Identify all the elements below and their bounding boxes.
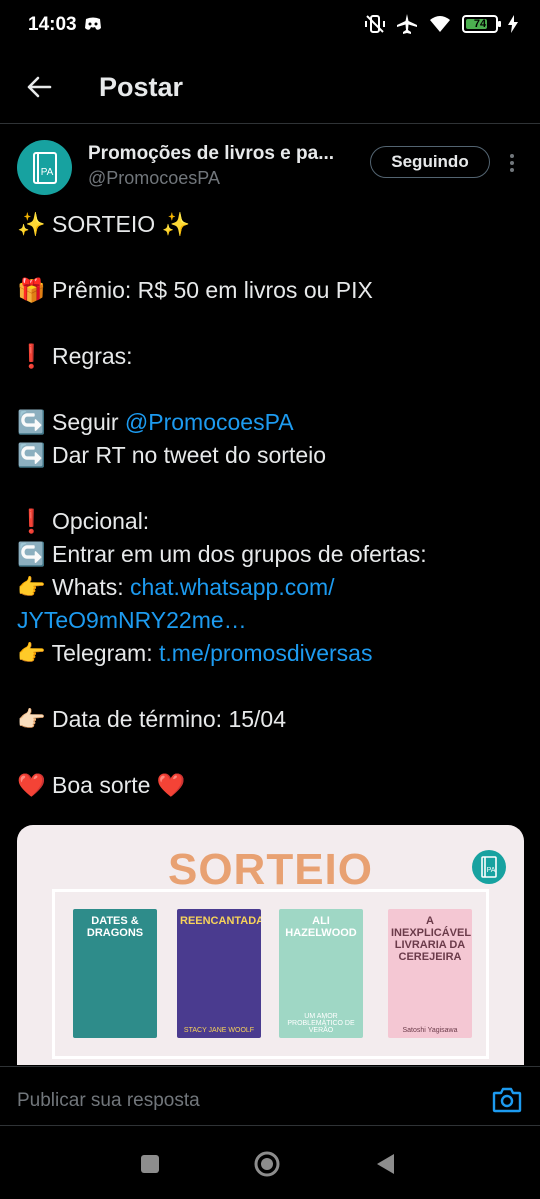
whatsapp-link[interactable]: chat.whatsapp.com/ [130, 574, 335, 600]
book-cover: DATES & DRAGONS [73, 909, 157, 1038]
media-logo-icon: PA [472, 850, 506, 884]
battery-level: 74 [473, 18, 487, 30]
post-line: ✨ SORTEIO ✨ [17, 211, 191, 237]
reply-input[interactable]: Publicar sua resposta [17, 1090, 200, 1112]
home-button[interactable] [254, 1151, 280, 1177]
post-text-span: 👉 Telegram: [17, 640, 159, 666]
book-author: Satoshi Yagisawa [402, 1027, 458, 1034]
reply-bar: Publicar sua resposta [0, 1066, 540, 1126]
system-back-button[interactable] [375, 1153, 395, 1175]
post-line: JYTeO9mNRY22me… [17, 604, 527, 637]
svg-text:PA: PA [487, 867, 496, 874]
post-line: ❤️ Boa sorte ❤️ [17, 772, 186, 798]
book-title: ALI HAZELWOOD [285, 915, 357, 939]
post-line: ↪️ Seguir @PromocoesPA [17, 406, 527, 439]
post-image[interactable]: SORTEIO PA DATES & DRAGONS REENCANTADA S… [17, 825, 524, 1065]
book-title: DATES & DRAGONS [86, 915, 144, 939]
status-time: 14:03 [28, 14, 77, 35]
avatar[interactable]: PA [17, 140, 72, 195]
post-line: ↪️ Dar RT no tweet do sorteio [17, 442, 327, 468]
more-dot-icon [510, 168, 514, 172]
post-line: ❗ Regras: [17, 343, 133, 369]
system-nav-bar [0, 1127, 540, 1199]
app-header: Postar [0, 52, 540, 124]
book-cover: REENCANTADA STACY JANE WOOLF [177, 909, 261, 1038]
following-button[interactable]: Seguindo [370, 146, 490, 178]
svg-text:PA: PA [40, 167, 53, 178]
telegram-link[interactable]: t.me/promosdiversas [159, 640, 372, 666]
whatsapp-link-cont[interactable]: JYTeO9mNRY22me… [17, 607, 247, 633]
book-logo-icon: PA [32, 151, 57, 184]
post-line: 👉🏻 Data de término: 15/04 [17, 706, 287, 732]
book-cover: A INEXPLICÁVEL LIVRARIA DA CEREJEIRA Sat… [388, 909, 472, 1038]
airplane-icon [397, 14, 417, 34]
media-title: SORTEIO [167, 845, 374, 894]
camera-icon[interactable] [492, 1086, 522, 1114]
book-author: UM AMOR PROBLEMÁTICO DE VERÃO [287, 1013, 355, 1034]
battery-icon: 74 [462, 15, 501, 33]
book-title: REENCANTADA [180, 915, 261, 927]
book-title: A INEXPLICÁVEL LIVRARIA DA CEREJEIRA [391, 915, 472, 963]
charging-icon [508, 15, 518, 33]
author-name[interactable]: Promoções de livros e pa... [88, 143, 358, 165]
page-title: Postar [99, 72, 184, 102]
post-text: ✨ SORTEIO ✨ 🎁 Prêmio: R$ 50 em livros ou… [17, 208, 527, 802]
author-handle[interactable]: @PromocoesPA [88, 168, 220, 189]
post-text-span: 👉 Whats: [17, 574, 130, 600]
more-dot-icon [510, 154, 514, 158]
post-line: 👉 Telegram: t.me/promosdiversas [17, 637, 527, 670]
more-dot-icon [510, 161, 514, 165]
post-line: ❗ Opcional: [17, 508, 150, 534]
vibrate-off-icon [365, 15, 385, 33]
post-line: ↪️ Entrar em um dos grupos de ofertas: [17, 541, 427, 567]
wifi-icon [430, 16, 450, 32]
post-line: 🎁 Prêmio: R$ 50 em livros ou PIX [17, 277, 373, 303]
discord-icon [85, 17, 101, 30]
post-line: 👉 Whats: chat.whatsapp.com/ [17, 571, 527, 604]
books-frame: DATES & DRAGONS REENCANTADA STACY JANE W… [52, 889, 489, 1059]
post-text-span: ↪️ Seguir [17, 409, 125, 435]
recents-button[interactable] [141, 1155, 159, 1173]
arrow-left-icon [27, 76, 52, 98]
more-options-button[interactable] [502, 150, 522, 176]
book-cover: ALI HAZELWOOD UM AMOR PROBLEMÁTICO DE VE… [279, 909, 363, 1038]
book-author: STACY JANE WOOLF [183, 1027, 255, 1034]
status-bar: 14:03 74 [0, 0, 540, 52]
mention-link[interactable]: @PromocoesPA [125, 409, 294, 435]
back-button[interactable] [22, 70, 56, 104]
